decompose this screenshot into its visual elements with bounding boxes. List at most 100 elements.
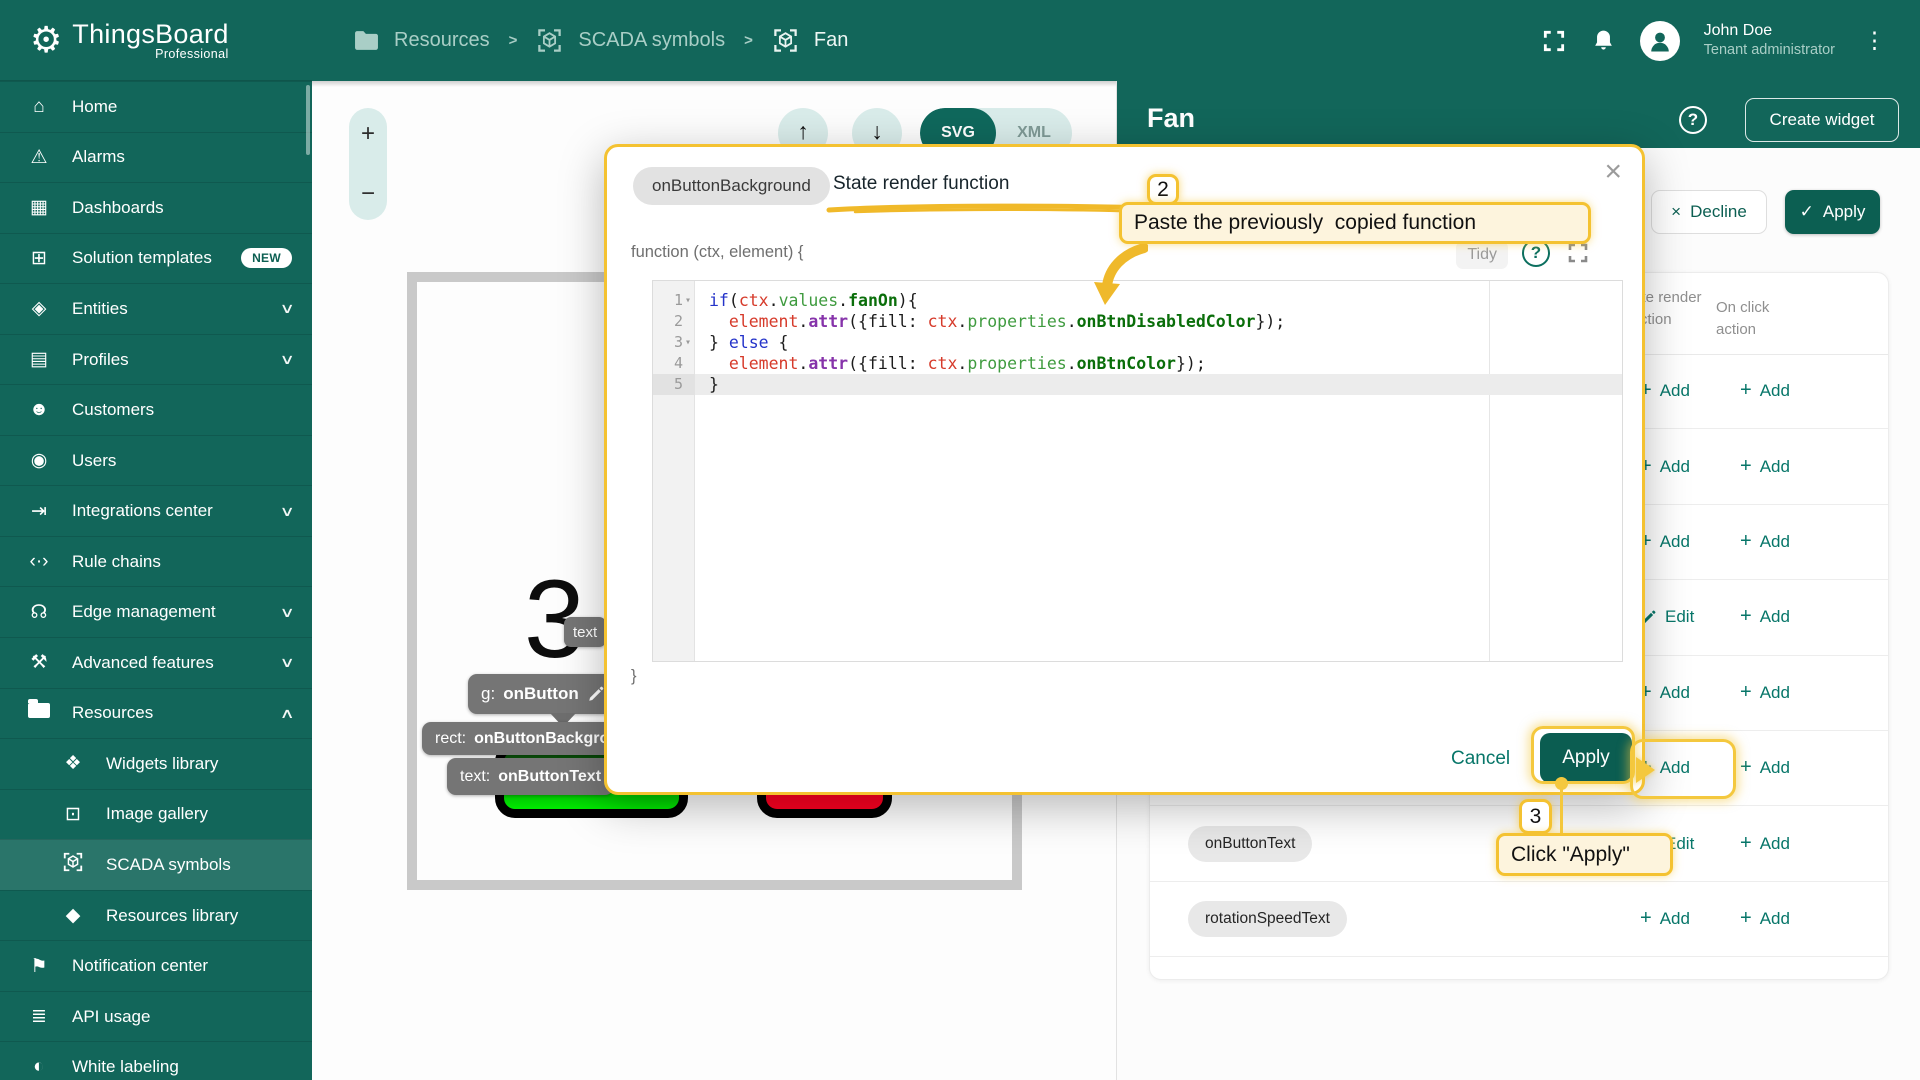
tutorial-step-2-badge: 2 [1147, 174, 1179, 205]
sidebar-item-entities[interactable]: ◈Entities∨ [0, 283, 312, 334]
tidy-button[interactable]: Tidy [1456, 241, 1508, 269]
tab-state-render-function[interactable]: State render function [833, 173, 1009, 195]
sidebar-item-scada-symbols[interactable]: SCADA symbols [0, 839, 312, 890]
zoom-out-button[interactable]: − [361, 180, 375, 208]
thingsboard-app: ⚙ ThingsBoard Professional ⌂Home⚠Alarms▦… [0, 0, 1920, 1080]
line-number: 1▾ [653, 290, 695, 311]
breadcrumb: Resources > SCADA symbols > Fan [354, 27, 848, 54]
sidebar-item-integrations-center[interactable]: ⇥Integrations center∨ [0, 485, 312, 536]
add-button[interactable]: +Add [1740, 606, 1790, 628]
sidebar: ⚙ ThingsBoard Professional ⌂Home⚠Alarms▦… [0, 0, 312, 1080]
breadcrumb-resources[interactable]: Resources [394, 29, 490, 52]
function-closing-brace: } [631, 667, 637, 686]
add-button[interactable]: +Add [1640, 380, 1690, 402]
edge-management-icon: ☊ [26, 601, 52, 624]
add-button[interactable]: +Add [1640, 908, 1690, 930]
sidebar-menu: ⌂Home⚠Alarms▦Dashboards⊞Solution templat… [0, 81, 312, 1080]
tutorial-connector-line [1560, 789, 1563, 834]
breadcrumb-scada-symbols[interactable]: SCADA symbols [578, 29, 725, 52]
sidebar-item-advanced-features[interactable]: ⚒Advanced features∨ [0, 637, 312, 688]
element-tag-text[interactable]: text [564, 617, 606, 647]
code-line-4[interactable]: 4▾ element.attr({fill: ctx.properties.on… [653, 353, 1622, 374]
help-icon[interactable]: ? [1679, 106, 1707, 134]
cancel-button[interactable]: Cancel [1451, 748, 1510, 770]
sidebar-item-label: Alarms [72, 147, 125, 167]
brand-logo[interactable]: ⚙ ThingsBoard Professional [0, 0, 312, 81]
code-text: element.attr({fill: ctx.properties.onBtn… [695, 311, 1285, 332]
column-header-on-click-action: On click action [1716, 297, 1811, 341]
code-line-3[interactable]: 3▾} else { [653, 332, 1622, 353]
code-editor[interactable]: 1▾if(ctx.values.fanOn){2▾ element.attr({… [652, 280, 1623, 662]
chevron-down-icon: ∨ [279, 503, 294, 520]
add-button[interactable]: +Add [1640, 682, 1690, 704]
add-button[interactable]: +Add [1740, 380, 1790, 402]
table-row-rotationspeedtext: rotationSpeedText+Add+Add [1150, 882, 1888, 957]
sidebar-item-resources[interactable]: Resources∧ [0, 688, 312, 739]
add-button[interactable]: +Add [1740, 531, 1790, 553]
sidebar-item-label: SCADA symbols [106, 855, 231, 875]
zoom-in-button[interactable]: + [361, 120, 375, 148]
zoom-control: + − [349, 108, 387, 220]
chevron-down-icon: ∨ [279, 604, 294, 621]
sidebar-item-notification-center[interactable]: ⚑Notification center [0, 940, 312, 991]
sidebar-item-edge-management[interactable]: ☊Edge management∨ [0, 586, 312, 637]
code-line-2[interactable]: 2▾ element.attr({fill: ctx.properties.on… [653, 311, 1622, 332]
home-icon: ⌂ [26, 96, 52, 118]
apply-button[interactable]: ✓ Apply [1785, 190, 1880, 234]
add-button[interactable]: +Add [1640, 531, 1690, 553]
sidebar-item-users[interactable]: ◉Users [0, 435, 312, 486]
upload-icon: ↑ [796, 119, 810, 146]
breadcrumb-fan: Fan [814, 29, 848, 52]
integrations-center-icon: ⇥ [26, 500, 52, 523]
create-widget-button[interactable]: Create widget [1745, 98, 1899, 142]
add-button[interactable]: +Add [1740, 456, 1790, 478]
sidebar-scrollbar[interactable] [306, 85, 310, 155]
sidebar-item-label: Widgets library [106, 754, 218, 774]
profiles-icon: ▤ [26, 348, 52, 371]
line-number: 5▾ [653, 374, 695, 395]
edit-pencil-icon[interactable] [587, 685, 605, 703]
element-tag-onbutton[interactable]: g: onButton [468, 674, 618, 714]
add-button[interactable]: +Add [1740, 757, 1790, 779]
dialog-close-icon[interactable]: × [1604, 157, 1622, 187]
sidebar-item-dashboards[interactable]: ▦Dashboards [0, 182, 312, 233]
sidebar-item-rule-chains[interactable]: ‹·›Rule chains [0, 536, 312, 587]
top-bar-actions: John Doe Tenant administrator ⋮ [1541, 21, 1890, 61]
download-icon: ↓ [870, 119, 884, 146]
sidebar-item-solution-templates[interactable]: ⊞Solution templatesNEW [0, 233, 312, 284]
decline-button[interactable]: × Decline [1651, 190, 1767, 234]
sidebar-item-resources-library[interactable]: ◆Resources library [0, 890, 312, 941]
sidebar-item-profiles[interactable]: ▤Profiles∨ [0, 334, 312, 385]
avatar[interactable] [1640, 21, 1680, 61]
add-button[interactable]: +Add [1740, 682, 1790, 704]
add-button[interactable]: +Add [1740, 833, 1790, 855]
notifications-bell-icon[interactable] [1591, 27, 1616, 54]
widgets-library-icon: ❖ [60, 752, 86, 775]
user-info[interactable]: John Doe Tenant administrator [1704, 21, 1835, 59]
advanced-features-icon: ⚒ [26, 651, 52, 674]
expand-editor-icon[interactable] [1566, 241, 1590, 265]
code-line-5[interactable]: 5▾} [653, 374, 1622, 395]
sidebar-item-widgets-library[interactable]: ❖ Widgets library [0, 738, 312, 789]
sidebar-item-image-gallery[interactable]: ⊡Image gallery [0, 789, 312, 840]
tag-type: g: [481, 684, 495, 704]
sidebar-item-alarms[interactable]: ⚠Alarms [0, 132, 312, 183]
sidebar-item-home[interactable]: ⌂Home [0, 81, 312, 132]
add-button[interactable]: +Add [1640, 456, 1690, 478]
add-button[interactable]: +Add [1740, 908, 1790, 930]
element-tag-onbuttontext[interactable]: text: onButtonText [447, 758, 614, 795]
decline-label: Decline [1690, 202, 1747, 222]
sidebar-item-customers[interactable]: ☻Customers [0, 384, 312, 435]
edit-button[interactable]: Edit [1640, 607, 1694, 627]
top-bar: Resources > SCADA symbols > Fan John Doe… [312, 0, 1920, 81]
line-number: 3▾ [653, 332, 695, 353]
sidebar-item-white-labeling[interactable]: ◐White labeling [0, 1041, 312, 1080]
chevron-down-icon: ∨ [279, 351, 294, 368]
sidebar-item-api-usage[interactable]: ≣API usage [0, 991, 312, 1042]
tutorial-highlight-apply [1531, 726, 1635, 784]
kebab-menu-icon[interactable]: ⋮ [1859, 27, 1890, 54]
fullscreen-icon[interactable] [1541, 28, 1567, 54]
rule-chains-icon: ‹·› [26, 551, 52, 573]
user-role: Tenant administrator [1704, 41, 1835, 59]
solution-templates-icon: ⊞ [26, 247, 52, 270]
